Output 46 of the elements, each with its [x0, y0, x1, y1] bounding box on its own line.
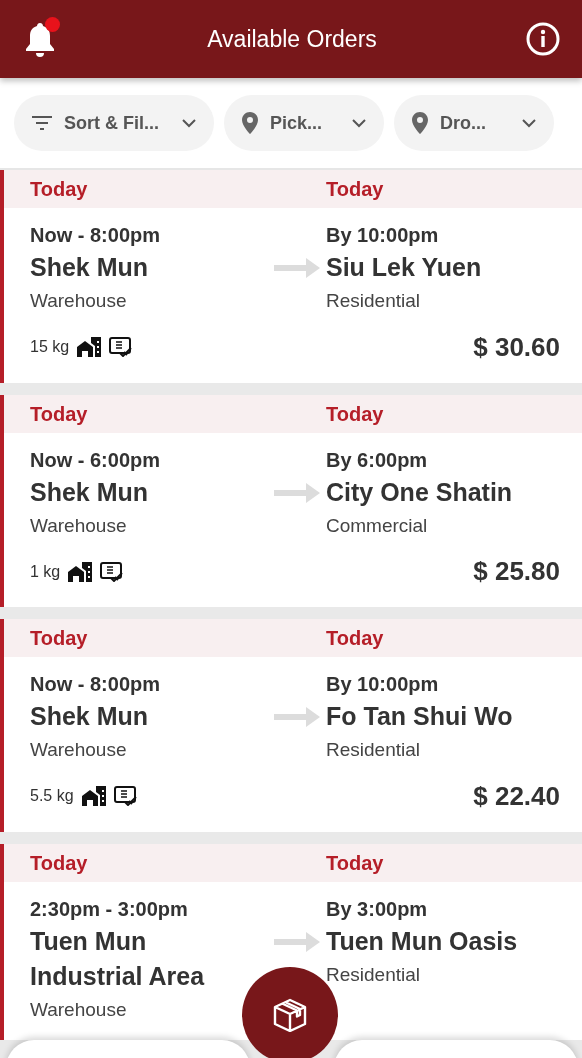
order-card[interactable]: Today Today Now - 6:00pm Shek Mun Warehouse By 6:00pm City One Shatin Commercial 1 kg $ 25.80 [0, 394, 582, 607]
dropoff-time: By 10:00pm [326, 672, 440, 697]
dropoff-date: Today [326, 850, 385, 876]
pickup-time: Now - 6:00pm [30, 447, 162, 473]
dropoff-location: Siu Lek Yuen [326, 252, 483, 283]
pickup-time: 2:30pm - 3:00pm [30, 896, 189, 922]
order-card[interactable]: Today Today 2:30pm - 3:00pm Tuen Mun Industrial Area Warehouse By 3:00pm Tuen Mun Oasis Residential [0, 843, 582, 1040]
dropoff-time: By 3:00pm [326, 896, 429, 922]
pickup-time: Now - 8:00pm [30, 223, 162, 248]
weight-text: 5.5 kg [30, 786, 74, 806]
pickup-location: Shek Mun [30, 476, 150, 508]
location-dropdown[interactable]: Pick... [224, 95, 384, 151]
dropoff-time: By 6:00pm [326, 447, 429, 473]
pickup-date: Today [30, 177, 89, 202]
pickup-date: Today [30, 401, 89, 427]
dropoff-type: Residential [326, 738, 421, 762]
dropoff-type: Residential [326, 289, 421, 313]
pickup-type: Warehouse [30, 513, 128, 538]
pickup-location: Shek Mun [30, 701, 150, 732]
pickup-time: Now - 8:00pm [30, 672, 162, 697]
pickup-location: Tuen Mun Industrial Area [30, 925, 206, 992]
pickup-location: Shek Mun [30, 252, 150, 283]
price-text: $ 25.80 [473, 556, 560, 586]
dropoff-location: City One Shatin [326, 476, 514, 508]
pickup-type: Warehouse [30, 289, 128, 313]
pickup-date: Today [30, 850, 89, 876]
dropoff-location: Fo Tan Shui Wo [326, 701, 514, 732]
dropoff-date: Today [326, 401, 385, 427]
dropoff-type: Commercial [326, 513, 429, 538]
pickup-type: Warehouse [30, 997, 128, 1022]
dropoff-date: Today [326, 177, 385, 202]
weight-text: 15 kg [30, 337, 70, 357]
pickup-type: Warehouse [30, 738, 128, 762]
dropoff-time: By 10:00pm [326, 223, 440, 248]
page-title: Available Orders [207, 24, 377, 54]
weight-text: 1 kg [30, 561, 61, 582]
order-card[interactable]: Today Today Now - 8:00pm Shek Mun Warehouse By 10:00pm Siu Lek Yuen Residential 15 kg $ 30.60 [0, 170, 582, 383]
price-text: $ 22.40 [473, 780, 560, 811]
pickup-date: Today [30, 626, 89, 651]
dropoff-date: Today [326, 626, 385, 651]
dropoff-type: Residential [326, 962, 421, 987]
sort-filter-dropdown[interactable]: Sort & Fil... [14, 95, 214, 151]
dropoff-location: Tuen Mun Oasis [326, 925, 519, 957]
location-dropdown[interactable]: Dro... [394, 95, 554, 151]
order-card[interactable]: Today Today Now - 8:00pm Shek Mun Warehouse By 10:00pm Fo Tan Shui Wo Residential 5.5 kg $ 22.40 [0, 619, 582, 832]
price-text: $ 30.60 [473, 331, 560, 362]
